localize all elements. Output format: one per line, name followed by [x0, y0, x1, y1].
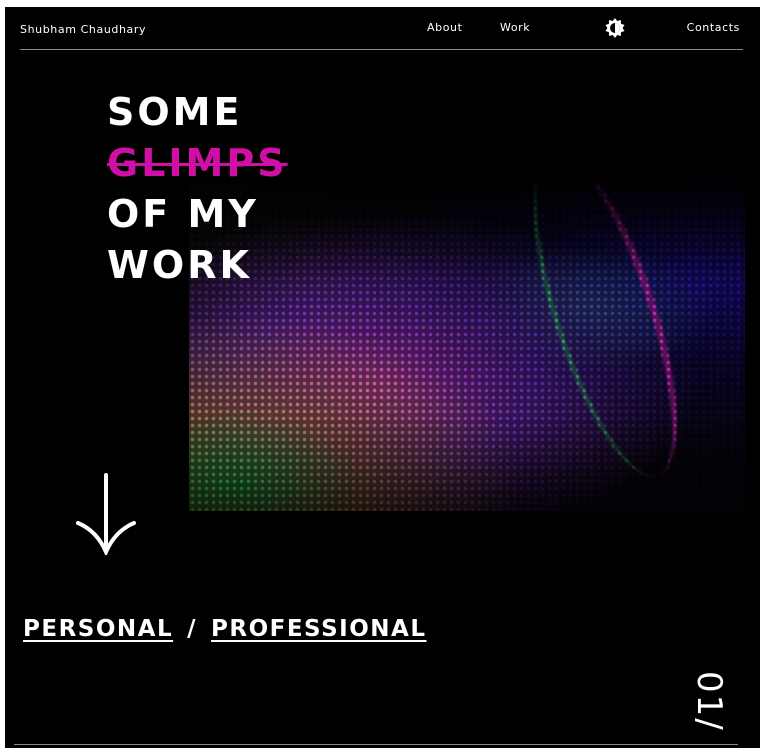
- top-nav: Shubham Chaudhary About Work Contacts: [20, 7, 743, 50]
- headline-struck-word: GLIMPS: [107, 141, 288, 185]
- arrow-down-icon[interactable]: [75, 473, 137, 558]
- nav-about-link[interactable]: About: [427, 21, 463, 34]
- contrast-toggle-icon[interactable]: [604, 17, 626, 39]
- slide-counter: 01/: [689, 671, 729, 732]
- headline-line-3: OF MY: [107, 192, 259, 236]
- hero-headline: SOME GLIMPS OF MY WORK: [107, 87, 288, 291]
- headline-line-4: WORK: [107, 243, 252, 287]
- tab-personal[interactable]: PERSONAL: [23, 616, 173, 642]
- page-frame: Shubham Chaudhary About Work Contacts SO…: [5, 7, 760, 748]
- work-filter-tabs: PERSONAL / PROFESSIONAL: [23, 616, 426, 642]
- tab-professional[interactable]: PROFESSIONAL: [211, 616, 426, 642]
- bottom-divider: [14, 744, 738, 745]
- headline-line-1: SOME: [107, 90, 243, 134]
- nav-contacts-link[interactable]: Contacts: [687, 21, 740, 34]
- filter-separator: /: [187, 616, 198, 642]
- brand-name[interactable]: Shubham Chaudhary: [20, 23, 146, 36]
- nav-work-link[interactable]: Work: [500, 21, 530, 34]
